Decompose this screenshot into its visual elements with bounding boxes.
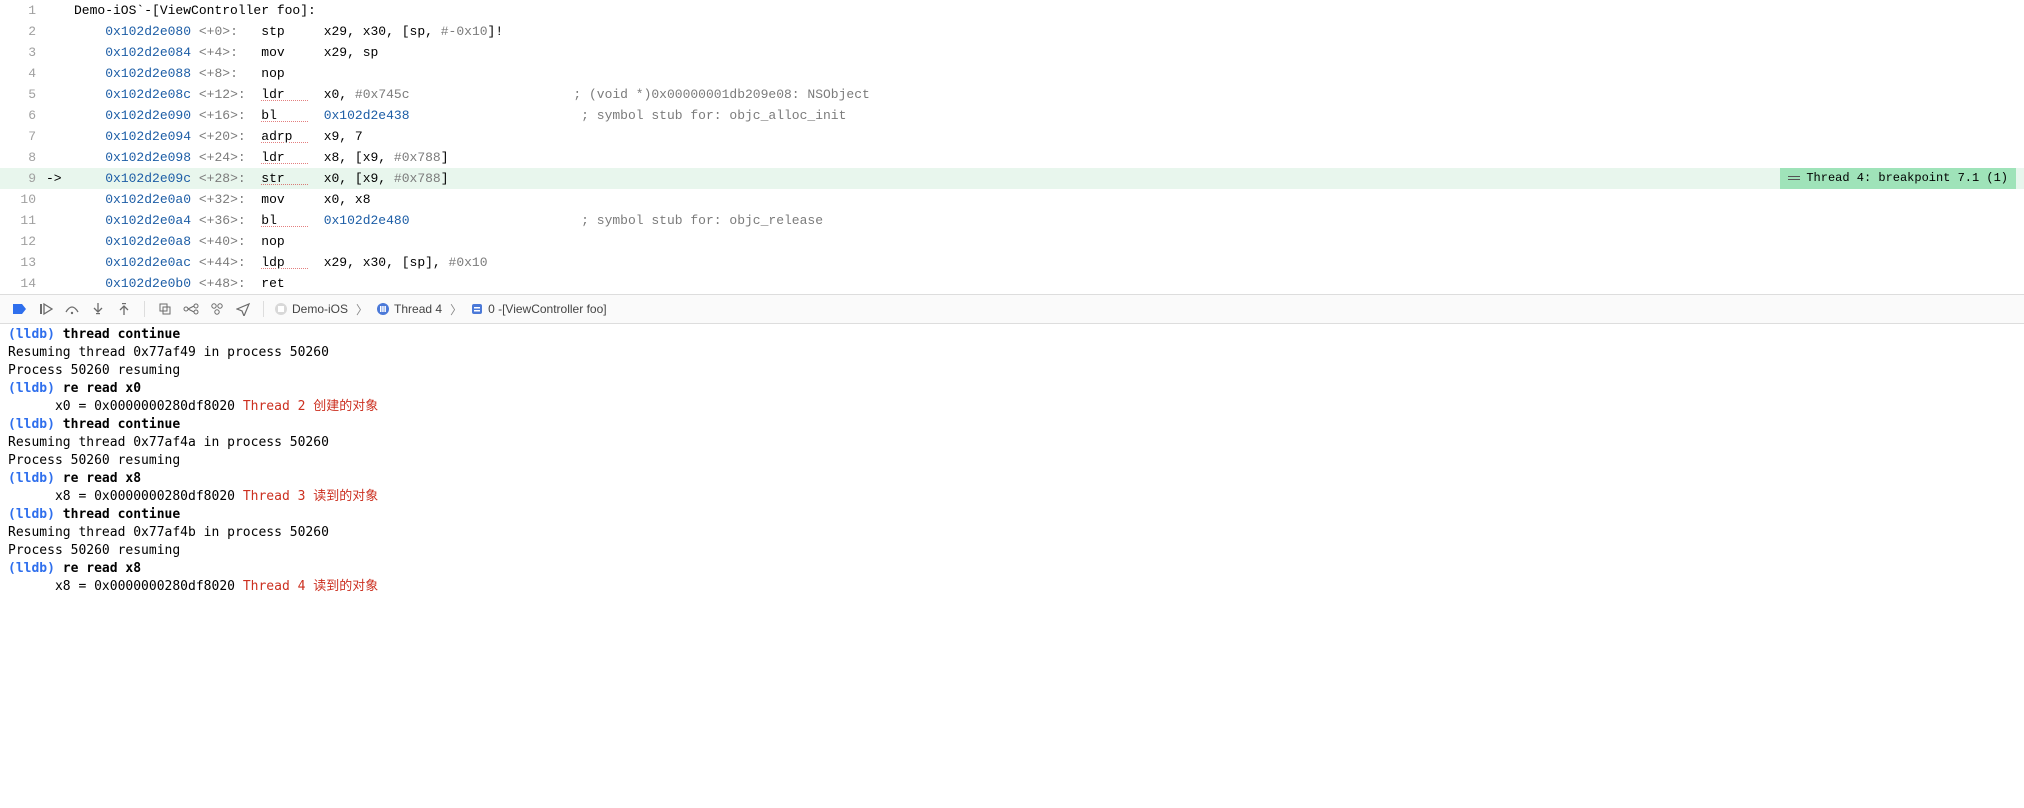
breadcrumb-process[interactable]: Demo-iOS: [274, 302, 348, 316]
line-number: 13: [0, 252, 46, 273]
line-number: 4: [0, 63, 46, 84]
console-line: Process 50260 resuming: [8, 452, 2016, 470]
memory-graph-icon[interactable]: [181, 299, 201, 319]
line-number: 5: [0, 84, 46, 105]
step-over-icon[interactable]: [62, 299, 82, 319]
line-number: 11: [0, 210, 46, 231]
line-number: 14: [0, 273, 46, 294]
process-icon: [274, 302, 288, 316]
chevron-right-icon: 〉: [450, 301, 462, 318]
assembly-line: 0x102d2e090 <+16>: bl 0x102d2e438 ; symb…: [74, 105, 2024, 126]
toolbar-separator: [144, 301, 145, 317]
line-number: 7: [0, 126, 46, 147]
assembly-line: 0x102d2e0b0 <+48>: ret: [74, 273, 2024, 294]
console-line: x8 = 0x0000000280df8020 Thread 3 读到的对象: [8, 488, 2016, 506]
drag-handle-icon: [1788, 174, 1800, 184]
assembly-line: 0x102d2e08c <+12>: ldr x0, #0x745c ; (vo…: [74, 84, 2024, 105]
breadcrumb-label: 0 -[ViewController foo]: [488, 302, 607, 316]
line-number: 9: [0, 168, 46, 189]
console-line: (lldb) thread continue: [8, 326, 2016, 344]
chevron-right-icon: 〉: [356, 301, 368, 318]
assembly-line: 0x102d2e094 <+20>: adrp x9, 7: [74, 126, 2024, 147]
breakpoint-badge-label: Thread 4: breakpoint 7.1 (1): [1806, 168, 2008, 189]
assembly-line: 0x102d2e0a0 <+32>: mov x0, x8: [74, 189, 2024, 210]
console-line: (lldb) thread continue: [8, 506, 2016, 524]
assembly-line: 0x102d2e088 <+8>: nop: [74, 63, 2024, 84]
breadcrumb-label: Demo-iOS: [292, 302, 348, 316]
line-number: 2: [0, 21, 46, 42]
frame-icon: [470, 302, 484, 316]
line-number: 6: [0, 105, 46, 126]
debug-console[interactable]: (lldb) thread continueResuming thread 0x…: [0, 324, 2024, 598]
thread-icon: [376, 302, 390, 316]
line-number: 8: [0, 147, 46, 168]
assembly-line: 0x102d2e098 <+24>: ldr x8, [x9, #0x788]: [74, 147, 2024, 168]
console-line: Resuming thread 0x77af49 in process 5026…: [8, 344, 2016, 362]
console-line: (lldb) re read x0: [8, 380, 2016, 398]
console-line: Process 50260 resuming: [8, 362, 2016, 380]
breadcrumb-thread[interactable]: Thread 4: [376, 302, 442, 316]
breadcrumb-frame[interactable]: 0 -[ViewController foo]: [470, 302, 607, 316]
assembly-line: 0x102d2e084 <+4>: mov x29, sp: [74, 42, 2024, 63]
environment-overrides-icon[interactable]: [207, 299, 227, 319]
assembly-line: 0x102d2e0ac <+44>: ldp x29, x30, [sp], #…: [74, 252, 2024, 273]
debug-toolbar: Demo-iOS 〉 Thread 4 〉 0 -[ViewController…: [0, 294, 2024, 324]
breadcrumb-label: Thread 4: [394, 302, 442, 316]
console-line: Resuming thread 0x77af4a in process 5026…: [8, 434, 2016, 452]
assembly-header: Demo-iOS`-[ViewController foo]:: [74, 0, 2024, 21]
console-line: Process 50260 resuming: [8, 542, 2016, 560]
location-icon[interactable]: [233, 299, 253, 319]
toolbar-separator: [263, 301, 264, 317]
console-line: (lldb) re read x8: [8, 560, 2016, 578]
line-number: 3: [0, 42, 46, 63]
console-line: (lldb) re read x8: [8, 470, 2016, 488]
console-line: x8 = 0x0000000280df8020 Thread 4 读到的对象: [8, 578, 2016, 596]
toggle-breakpoints-icon[interactable]: [10, 299, 30, 319]
line-number: 1: [0, 0, 46, 21]
assembly-line: 0x102d2e0a8 <+40>: nop: [74, 231, 2024, 252]
console-line: x0 = 0x0000000280df8020 Thread 2 创建的对象: [8, 398, 2016, 416]
assembly-line: 0x102d2e080 <+0>: stp x29, x30, [sp, #-0…: [74, 21, 2024, 42]
step-into-icon[interactable]: [88, 299, 108, 319]
breakpoint-badge[interactable]: Thread 4: breakpoint 7.1 (1): [1780, 168, 2016, 189]
line-number: 10: [0, 189, 46, 210]
step-out-icon[interactable]: [114, 299, 134, 319]
console-line: (lldb) thread continue: [8, 416, 2016, 434]
execution-pointer: ->: [46, 168, 74, 189]
continue-icon[interactable]: [36, 299, 56, 319]
assembly-line: 0x102d2e09c <+28>: str x0, [x9, #0x788]: [74, 168, 2024, 189]
console-line: Resuming thread 0x77af4b in process 5026…: [8, 524, 2016, 542]
assembly-line: 0x102d2e0a4 <+36>: bl 0x102d2e480 ; symb…: [74, 210, 2024, 231]
view-hierarchy-icon[interactable]: [155, 299, 175, 319]
line-number: 12: [0, 231, 46, 252]
assembly-editor: 1 Demo-iOS`-[ViewController foo]: 2 0x102d…: [0, 0, 2024, 294]
